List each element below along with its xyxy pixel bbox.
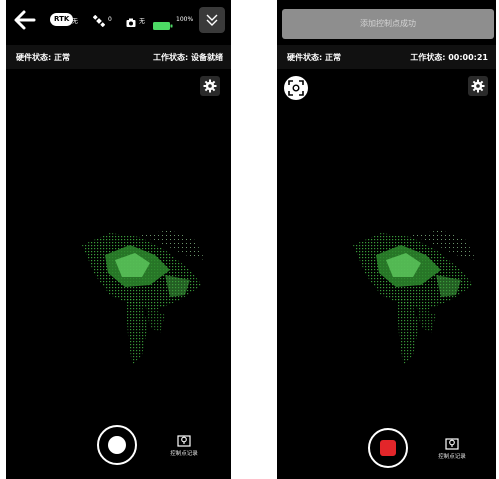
shutter-inner <box>108 436 126 454</box>
camera-icon <box>126 13 136 27</box>
status-bar: 硬件状态: 正常 工作状态: 00:00:21 <box>277 45 496 69</box>
rtk-badge: RTK <box>50 13 74 26</box>
point-cloud-view[interactable] <box>70 215 210 375</box>
map-pin-icon <box>177 435 191 447</box>
settings-gear-icon[interactable] <box>200 76 220 96</box>
camera-status: 无 <box>139 18 146 25</box>
satellite-icon <box>92 12 106 28</box>
status-bar: 硬件状态: 正常 工作状态: 设备就绪 <box>6 45 231 69</box>
right-screen: 添加控制点成功 硬件状态: 正常 工作状态: 00:00:21 控制点记录 <box>277 0 496 479</box>
left-screen: RTK 无 0 无 100% 硬件状态: 正常 工作状态: 设备就绪 控制点记录 <box>6 0 231 479</box>
satellite-count: 0 <box>108 16 112 23</box>
back-arrow-icon[interactable] <box>12 9 38 31</box>
focus-target-icon[interactable] <box>284 76 308 100</box>
map-pin-icon <box>445 438 459 450</box>
top-bar: RTK 无 0 无 100% <box>6 0 231 40</box>
hardware-status: 硬件状态: 正常 <box>16 53 70 62</box>
control-point-record-button[interactable]: 控制点记录 <box>164 434 204 457</box>
battery-percent: 100% <box>176 16 194 23</box>
record-stop-inner <box>380 440 396 456</box>
control-point-record-label: 控制点记录 <box>170 451 198 457</box>
control-point-record-button[interactable]: 控制点记录 <box>432 437 472 460</box>
record-stop-button[interactable] <box>368 428 408 468</box>
work-status: 工作状态: 00:00:21 <box>410 53 488 62</box>
shutter-button[interactable] <box>97 425 137 465</box>
success-toast: 添加控制点成功 <box>282 9 494 39</box>
expand-chevron-icon[interactable] <box>199 7 225 33</box>
settings-gear-icon[interactable] <box>468 76 488 96</box>
hardware-status: 硬件状态: 正常 <box>287 53 341 62</box>
work-status: 工作状态: 设备就绪 <box>153 53 223 62</box>
point-cloud-view[interactable] <box>341 215 481 375</box>
battery-icon <box>153 15 173 30</box>
control-point-record-label: 控制点记录 <box>438 454 466 460</box>
rtk-status: 无 <box>72 18 79 25</box>
